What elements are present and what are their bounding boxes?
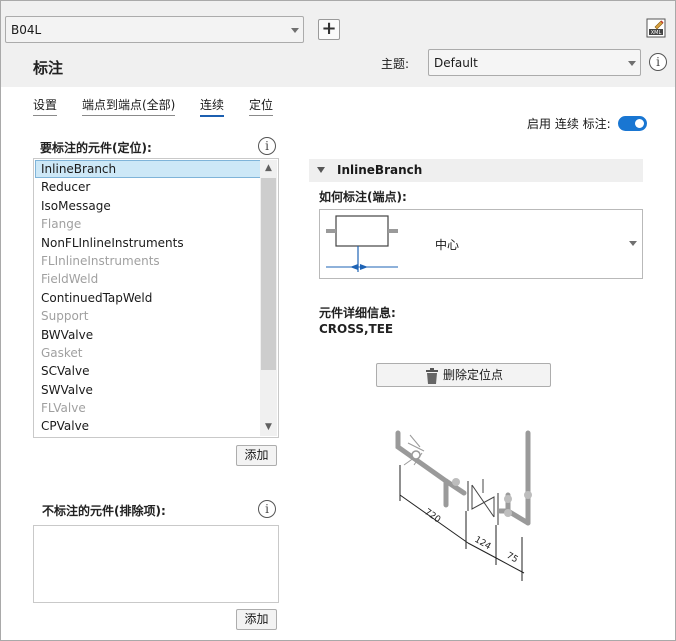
group-title: InlineBranch	[337, 163, 423, 177]
list-item[interactable]: SWValve	[35, 381, 261, 399]
config-select-value: B04L	[11, 23, 42, 37]
list-item[interactable]: NonFLInlineInstruments	[35, 234, 261, 252]
trash-icon	[426, 368, 438, 384]
how-to-annotate-label: 如何标注(端点):	[319, 190, 407, 204]
include-list-items: InlineBranch Reducer IsoMessage Flange NonFL…	[35, 160, 261, 436]
list-item[interactable]: Flange	[35, 215, 261, 233]
annotate-endpoint-select[interactable]: 中心	[319, 209, 643, 279]
chevron-down-icon	[291, 28, 299, 33]
exclude-list[interactable]	[33, 525, 279, 603]
list-item[interactable]: ContinuedTapWeld	[35, 289, 261, 307]
delete-button-label: 删除定位点	[443, 368, 504, 382]
exclude-list-label: 不标注的元件(排除项):	[42, 504, 166, 518]
group-header-inlinebranch[interactable]: InlineBranch	[309, 159, 643, 182]
scrollbar-thumb[interactable]	[261, 178, 276, 370]
scroll-up-icon[interactable]: ▲	[260, 160, 277, 177]
component-details-label: 元件详细信息:	[319, 306, 396, 320]
add-config-button[interactable]: +	[318, 19, 340, 40]
continuous-dimension-diagram: 720 124 75	[395, 430, 532, 581]
annotate-endpoint-value: 中心	[435, 238, 460, 252]
info-icon[interactable]: i	[258, 137, 276, 155]
scroll-down-icon[interactable]: ▼	[260, 419, 277, 436]
list-scrollbar[interactable]: ▲ ▼	[260, 160, 277, 436]
delete-locate-point-button[interactable]: 删除定位点	[376, 363, 551, 387]
include-list[interactable]: InlineBranch Reducer IsoMessage Flange NonFL…	[33, 158, 279, 438]
list-item[interactable]: Gasket	[35, 344, 261, 362]
tab-settings[interactable]: 设置	[33, 96, 58, 116]
list-item[interactable]: FLValve	[35, 399, 261, 417]
collapse-triangle-icon[interactable]	[317, 167, 325, 173]
add-exclude-button[interactable]: 添加	[236, 609, 277, 630]
xml-edit-icon[interactable]: XML	[646, 18, 666, 38]
toggle-knob	[635, 119, 644, 128]
add-include-button[interactable]: 添加	[236, 445, 277, 466]
list-item[interactable]: InlineBranch	[35, 160, 261, 179]
chevron-down-icon	[629, 241, 637, 246]
theme-select[interactable]: Default	[428, 49, 641, 76]
tab-end-to-end[interactable]: 端点到端点(全部)	[82, 96, 176, 116]
theme-select-value: Default	[434, 56, 478, 70]
center-endpoint-icon	[326, 215, 398, 272]
list-item[interactable]: FieldWeld	[35, 270, 261, 288]
page-title: 标注	[33, 59, 64, 77]
theme-label: 主题:	[381, 57, 410, 71]
tab-locate[interactable]: 定位	[249, 96, 274, 116]
list-item[interactable]: IsoMessage	[35, 197, 261, 215]
list-item[interactable]: Support	[35, 307, 261, 325]
tab-continuous[interactable]: 连续	[200, 96, 225, 117]
list-item[interactable]: SCValve	[35, 362, 261, 380]
info-icon[interactable]: i	[649, 53, 667, 71]
chevron-down-icon	[628, 61, 636, 66]
config-select[interactable]: B04L	[5, 16, 304, 43]
svg-text:XML: XML	[651, 30, 662, 36]
dimension-label-124: 124	[473, 535, 493, 552]
info-icon[interactable]: i	[258, 500, 276, 518]
list-item[interactable]: BWValve	[35, 326, 261, 344]
list-item[interactable]: Reducer	[35, 178, 261, 196]
include-list-label: 要标注的元件(定位):	[40, 141, 152, 155]
list-item[interactable]: FLInlineInstruments	[35, 252, 261, 270]
enable-continuous-toggle[interactable]	[618, 116, 647, 131]
enable-continuous-label: 启用 连续 标注:	[527, 117, 611, 131]
list-item[interactable]: CPValve	[35, 417, 261, 435]
component-details-value: CROSS,TEE	[319, 322, 394, 336]
